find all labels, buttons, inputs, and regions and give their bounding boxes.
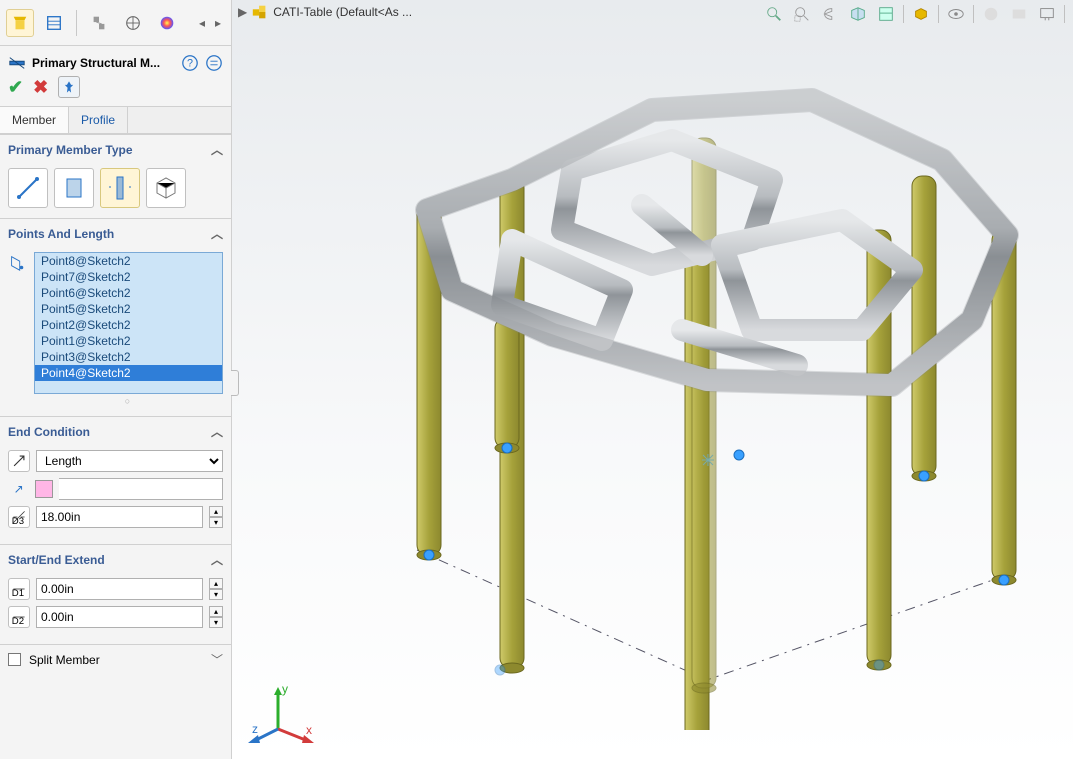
view-settings-icon[interactable] — [1036, 3, 1058, 25]
section-start-end-extend: Start/End Extend ︿ D1 ▴▾ D2 ▴▾ — [0, 544, 231, 644]
member-type-point-length[interactable] — [100, 168, 140, 208]
points-list-item[interactable]: Point4@Sketch2 — [35, 365, 222, 381]
property-manager-tab[interactable] — [40, 9, 68, 37]
cancel-button[interactable]: ✖ — [33, 77, 48, 98]
points-list-item[interactable]: Point3@Sketch2 — [35, 349, 222, 365]
edit-appearance-icon[interactable] — [980, 3, 1002, 25]
svg-text:?: ? — [187, 58, 193, 70]
tab-scroll-left[interactable]: ◂ — [195, 9, 209, 37]
member-color-swatch[interactable] — [35, 480, 53, 498]
orientation-triad[interactable]: y x z — [248, 679, 318, 749]
section-primary-member-type: Primary Member Type ︿ — [0, 134, 231, 218]
feature-title: Primary Structural M... — [32, 56, 175, 70]
points-list-item[interactable]: Point7@Sketch2 — [35, 269, 222, 285]
svg-text:D3: D3 — [12, 516, 24, 525]
action-row: ✔ ✖ — [0, 76, 231, 106]
length-input[interactable] — [36, 506, 203, 528]
assembly-icon — [251, 3, 269, 21]
zoom-to-area-icon[interactable] — [791, 3, 813, 25]
dimxpert-tab[interactable] — [119, 9, 147, 37]
apply-scene-icon[interactable] — [1008, 3, 1030, 25]
points-list-item[interactable]: Point8@Sketch2 — [35, 253, 222, 269]
section-view-icon[interactable] — [847, 3, 869, 25]
d1-spinner[interactable]: ▴▾ — [209, 578, 223, 600]
member-type-face[interactable] — [146, 168, 186, 208]
direction-toggle-icon[interactable] — [8, 450, 30, 472]
svg-text:D2: D2 — [12, 616, 24, 625]
heads-up-view-toolbar — [763, 3, 1065, 25]
split-member-label: Split Member — [29, 653, 100, 667]
previous-view-icon[interactable] — [819, 3, 841, 25]
feature-header: Primary Structural M... ? — [0, 46, 231, 76]
hide-show-icon[interactable] — [945, 3, 967, 25]
tab-scroll-right[interactable]: ▸ — [211, 9, 225, 37]
display-manager-tab[interactable] — [153, 9, 181, 37]
breadcrumb[interactable]: ▶ CATI-Table (Default<As ... — [238, 3, 412, 21]
tab-separator — [76, 10, 77, 36]
section-end-condition: End Condition ︿ Length ↗ D3 — [0, 416, 231, 544]
end-condition-type-select[interactable]: Length — [36, 450, 223, 472]
configuration-manager-tab[interactable] — [85, 9, 113, 37]
collapse-icon[interactable]: ︿ — [211, 551, 223, 568]
section-split-member: Split Member ﹀ — [0, 644, 231, 674]
panel-flyout-handle[interactable] — [231, 370, 239, 396]
tab-member[interactable]: Member — [0, 107, 69, 133]
split-member-checkbox[interactable] — [8, 653, 21, 666]
sub-tab-bar: Member Profile — [0, 106, 231, 134]
expand-icon[interactable]: ﹀ — [211, 651, 223, 668]
tab-profile[interactable]: Profile — [69, 107, 128, 133]
points-list-item[interactable]: Point5@Sketch2 — [35, 301, 222, 317]
color-value-input[interactable] — [59, 478, 223, 500]
reverse-direction-icon[interactable]: ↗ — [8, 482, 29, 496]
svg-text:D1: D1 — [12, 588, 24, 597]
breadcrumb-expand-icon[interactable]: ▶ — [238, 5, 247, 19]
points-list-item[interactable]: Point2@Sketch2 — [35, 317, 222, 333]
member-type-plane[interactable] — [54, 168, 94, 208]
d2-spinner[interactable]: ▴▾ — [209, 606, 223, 628]
graphics-viewport[interactable]: ▶ CATI-Table (Default<As ... — [232, 0, 1073, 759]
panel-tab-bar: ◂ ▸ — [0, 0, 231, 46]
collapse-icon[interactable]: ︿ — [211, 423, 223, 440]
d1-input[interactable] — [36, 578, 203, 600]
triad-z-label: z — [252, 722, 258, 736]
pin-button[interactable] — [58, 76, 80, 98]
primary-member-type-heading: Primary Member Type — [8, 143, 133, 157]
detailed-help-icon[interactable] — [205, 54, 223, 72]
zoom-to-fit-icon[interactable] — [763, 3, 785, 25]
triad-y-label: y — [282, 682, 288, 696]
start-end-extend-heading: Start/End Extend — [8, 553, 105, 567]
display-style-icon[interactable] — [910, 3, 932, 25]
collapse-icon[interactable]: ︿ — [211, 141, 223, 158]
dynamic-annotation-icon[interactable] — [875, 3, 897, 25]
feature-manager-panel: ◂ ▸ Primary Structural M... ? ✔ ✖ Member… — [0, 0, 232, 759]
d2-icon: D2 — [8, 606, 30, 628]
model-geometry[interactable] — [252, 30, 1052, 730]
triad-x-label: x — [306, 723, 312, 737]
selection-icon — [8, 252, 28, 406]
structural-member-icon — [8, 54, 26, 72]
length-dimension-icon: D3 — [8, 506, 30, 528]
end-condition-heading: End Condition — [8, 425, 90, 439]
member-type-path[interactable] — [8, 168, 48, 208]
collapse-icon[interactable]: ︿ — [211, 225, 223, 242]
points-and-length-heading: Points And Length — [8, 227, 114, 241]
points-list-item[interactable]: Point6@Sketch2 — [35, 285, 222, 301]
d1-icon: D1 — [8, 578, 30, 600]
feature-tree-tab[interactable] — [6, 9, 34, 37]
length-spinner[interactable]: ▴▾ — [209, 506, 223, 528]
points-list-item[interactable]: Point1@Sketch2 — [35, 333, 222, 349]
d2-input[interactable] — [36, 606, 203, 628]
points-list-empty-row[interactable] — [35, 381, 222, 394]
section-points-and-length: Points And Length ︿ Point8@Sketch2Point7… — [0, 218, 231, 416]
list-resize-handle[interactable]: ○ — [34, 394, 223, 406]
points-selection-list[interactable]: Point8@Sketch2Point7@Sketch2Point6@Sketc… — [34, 252, 223, 394]
breadcrumb-doc-name[interactable]: CATI-Table (Default<As ... — [273, 5, 412, 19]
ok-button[interactable]: ✔ — [8, 77, 23, 98]
help-icon[interactable]: ? — [181, 54, 199, 72]
